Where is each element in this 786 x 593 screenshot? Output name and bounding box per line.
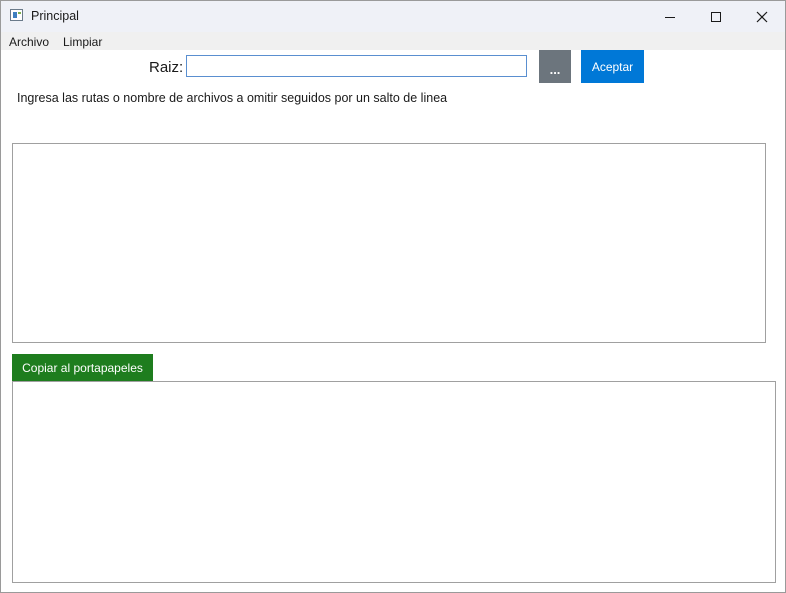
accept-button[interactable]: Aceptar [581, 50, 644, 83]
menu-bar: Archivo Limpiar [1, 32, 785, 50]
minimize-button[interactable] [647, 1, 693, 32]
instructions-text: Ingresa las rutas o nombre de archivos a… [17, 91, 448, 105]
app-icon [10, 9, 23, 21]
maximize-button[interactable] [693, 1, 739, 32]
menu-archivo[interactable]: Archivo [9, 35, 49, 49]
copy-to-clipboard-button[interactable]: Copiar al portapapeles [12, 354, 153, 382]
title-bar[interactable]: Principal [1, 1, 785, 32]
close-icon [756, 11, 768, 22]
omit-list-textarea[interactable] [12, 143, 766, 343]
minimize-icon [665, 16, 675, 18]
maximize-icon [711, 11, 721, 22]
root-input[interactable] [186, 55, 527, 77]
window-title: Principal [31, 9, 79, 23]
close-button[interactable] [739, 1, 785, 32]
browse-button[interactable]: ... [539, 50, 571, 83]
menu-limpiar[interactable]: Limpiar [63, 35, 102, 49]
main-window: Principal Archivo Limpiar Raiz: ... Acep… [0, 0, 786, 593]
root-label: Raiz: [149, 59, 184, 76]
output-textarea[interactable] [12, 381, 776, 583]
